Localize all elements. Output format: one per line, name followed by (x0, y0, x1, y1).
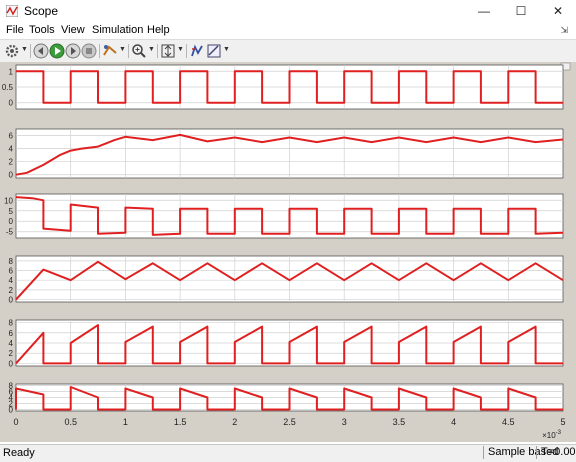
y-tick-label: 0 (9, 359, 14, 368)
x-tick-label: 0.5 (64, 417, 77, 427)
x-tick-label: 4.5 (502, 417, 515, 427)
x-exponent-power: -3 (556, 430, 562, 436)
y-tick-label: 0 (9, 217, 14, 226)
run-icon[interactable] (49, 43, 65, 59)
x-tick-label: 3 (342, 417, 347, 427)
y-tick-label: 6 (9, 329, 14, 338)
settings-dropdown-icon[interactable]: ▼ (21, 46, 28, 53)
stop-icon[interactable] (81, 43, 97, 59)
x-tick-label: 0 (13, 417, 18, 427)
zoom-dropdown-icon[interactable]: ▼ (148, 46, 155, 53)
highlight-dropdown-icon[interactable]: ▼ (119, 46, 126, 53)
y-tick-label: 8 (9, 257, 14, 266)
y-tick-label: 0.5 (2, 83, 14, 92)
maximize-button[interactable]: ☐ (503, 0, 539, 22)
scope-window: Scope — ☐ ✕ File Tools View Simulation H… (0, 0, 576, 462)
scale-dropdown-icon[interactable]: ▼ (177, 46, 184, 53)
signal-trace-1 (16, 70, 563, 104)
x-tick-label: 1 (123, 417, 128, 427)
x-tick-label: 3.5 (393, 417, 406, 427)
highlight-simulink-block-icon[interactable] (102, 43, 118, 59)
toolbar-separator (157, 44, 158, 58)
settings-gear-icon[interactable] (4, 43, 20, 59)
close-button[interactable]: ✕ (540, 0, 576, 22)
scope-axes-5: 86420 (9, 319, 564, 368)
title-bar: Scope — ☐ ✕ (0, 0, 576, 22)
scope-axes-6: 86420 (9, 382, 564, 415)
menu-help[interactable]: Help (147, 24, 170, 36)
menu-file[interactable]: File (6, 24, 24, 36)
menu-dock-icon[interactable]: ⇲ (560, 25, 568, 36)
y-tick-label: 10 (4, 196, 13, 205)
y-tick-label: 0 (9, 99, 14, 108)
y-tick-label: -5 (6, 228, 14, 237)
x-tick-label: 1.5 (174, 417, 187, 427)
measurements-dropdown-icon[interactable]: ▼ (223, 46, 230, 53)
x-tick-label: 2 (232, 417, 237, 427)
toolbar-separator (30, 44, 31, 58)
y-tick-label: 4 (9, 145, 14, 154)
scope-plot-canvas[interactable]: 10.5064201050-58642086420864200 0.5 1 1.5 2 2… (0, 62, 576, 442)
toolbar-separator (99, 44, 100, 58)
y-tick-label: 0 (9, 406, 14, 415)
toolbar-separator (128, 44, 129, 58)
x-exponent-label: ×10-3 (542, 430, 562, 440)
minimize-button[interactable]: — (466, 0, 502, 22)
y-tick-label: 2 (9, 349, 14, 358)
scope-axes-3: 10 50 -5 (4, 193, 564, 239)
x-tick-label: 2.5 (283, 417, 296, 427)
step-forward-icon[interactable] (65, 43, 81, 59)
scope-axes-4: 86420 (9, 255, 564, 305)
y-tick-label: 8 (9, 319, 14, 328)
y-tick-label: 5 (9, 207, 14, 216)
scale-axes-icon[interactable] (160, 43, 176, 59)
status-sim-time: T=0.005 (536, 446, 576, 459)
y-tick-label: 2 (9, 286, 14, 295)
step-back-icon[interactable] (33, 43, 49, 59)
scope-axes-1: 10.50 (2, 64, 564, 110)
menu-view[interactable]: View (61, 24, 85, 36)
status-bar: Ready Sample based T=0.005 (0, 444, 576, 462)
y-tick-label: 4 (9, 276, 14, 285)
y-tick-label: 0 (9, 171, 14, 180)
scope-axes-2: 6 4 2 0 (9, 128, 564, 180)
triggers-icon[interactable] (189, 43, 205, 59)
plot-area: 1 0.5 0 6 4 2 0 10 5 0 -5 8 6 4 2 0 8 6 4 2 0 8 6 4 2 0 0 0.5 1 1.5 2 2… (0, 62, 576, 442)
y-tick-label: 4 (9, 339, 14, 348)
y-tick-label: 6 (9, 132, 14, 141)
y-tick-label: 0 (9, 296, 14, 305)
menu-tools[interactable]: Tools (29, 24, 55, 36)
y-tick-label: 1 (9, 67, 14, 76)
menu-bar: File Tools View Simulation Help ⇲ (0, 22, 576, 39)
x-tick-label: 5 (560, 417, 565, 427)
toolbar: ▼ ▼ ▼ ▼ ▼ (0, 39, 576, 63)
y-tick-label: 6 (9, 267, 14, 276)
cursor-measurements-icon[interactable] (206, 43, 222, 59)
x-tick-label: 4 (451, 417, 456, 427)
scope-app-icon (6, 5, 18, 17)
zoom-in-icon[interactable] (131, 43, 147, 59)
status-ready-text: Ready (3, 447, 35, 459)
y-tick-label: 2 (9, 158, 14, 167)
window-title: Scope (24, 4, 59, 18)
menu-simulation[interactable]: Simulation (92, 24, 143, 36)
toolbar-separator (186, 44, 187, 58)
